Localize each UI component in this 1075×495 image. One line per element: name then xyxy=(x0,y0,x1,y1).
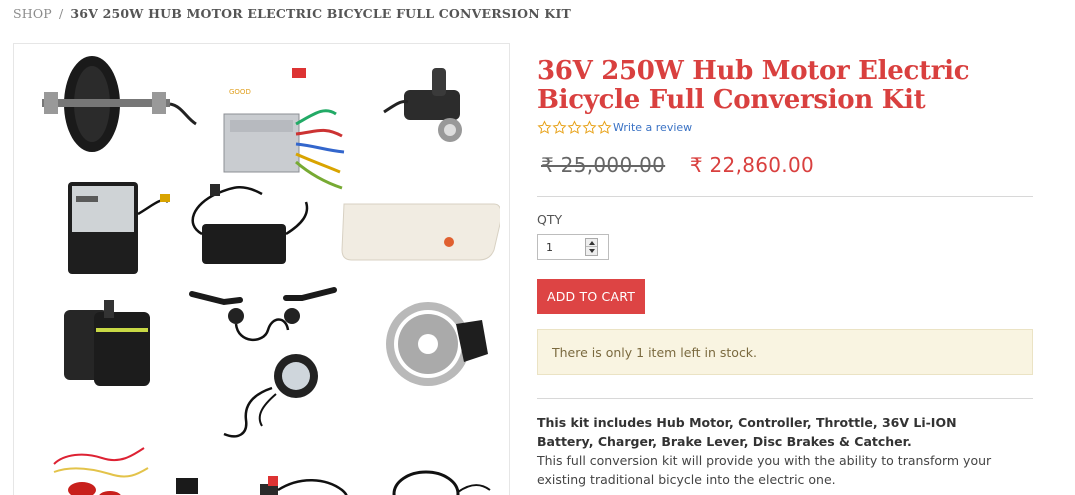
divider xyxy=(537,196,1033,197)
old-price: ₹ 25,000.00 xyxy=(541,153,666,177)
qty-stepper[interactable] xyxy=(537,234,609,260)
star-icon xyxy=(582,120,597,134)
description-body: This full conversion kit will provide yo… xyxy=(537,453,992,487)
battery-case-image xyxy=(341,203,502,261)
product-kit-photo: GOOD xyxy=(42,56,502,495)
qty-label: QTY xyxy=(537,212,563,227)
rating-stars xyxy=(537,120,612,135)
tail-light-image xyxy=(392,470,491,495)
description-highlight: This kit includes Hub Motor, Controller,… xyxy=(537,415,957,449)
qty-increment-button[interactable] xyxy=(586,239,597,247)
wiring-harness-image xyxy=(53,447,198,495)
star-icon xyxy=(597,120,612,134)
add-to-cart-button[interactable]: ADD TO CART xyxy=(537,279,645,314)
qty-input[interactable] xyxy=(538,235,582,259)
hub-motor-image xyxy=(42,56,197,152)
breadcrumb-shop-link[interactable]: SHOP xyxy=(13,6,52,21)
breadcrumb-separator: / xyxy=(58,6,64,21)
charger-image xyxy=(191,184,309,264)
star-icon xyxy=(567,120,582,134)
sale-price: ₹ 22,860.00 xyxy=(689,153,815,177)
product-image-frame[interactable]: GOOD xyxy=(13,43,510,495)
battery-image xyxy=(68,182,170,274)
qty-spinner[interactable] xyxy=(585,238,598,256)
headlight-image xyxy=(223,354,318,438)
product-description: This kit includes Hub Motor, Controller,… xyxy=(537,413,1007,489)
arrow-down-icon xyxy=(588,249,595,253)
product-rating: Write a review xyxy=(537,120,692,135)
disc-brake-image xyxy=(386,302,488,386)
product-image[interactable]: GOOD xyxy=(24,54,502,495)
controller-image: GOOD xyxy=(223,68,345,190)
svg-text:GOOD: GOOD xyxy=(229,88,251,96)
price-block: ₹ 25,000.00 ₹ 22,860.00 xyxy=(541,153,814,177)
switch-image xyxy=(260,476,348,495)
arrow-up-icon xyxy=(588,240,595,245)
pannier-bag-image xyxy=(64,300,150,386)
brake-levers-image xyxy=(189,287,337,341)
qty-decrement-button[interactable] xyxy=(586,247,597,255)
throttle-image xyxy=(383,68,462,142)
star-icon xyxy=(537,120,552,134)
breadcrumb-current: 36V 250W HUB MOTOR ELECTRIC BICYCLE FULL… xyxy=(70,6,572,21)
write-review-link[interactable]: Write a review xyxy=(613,121,692,134)
stock-notice: There is only 1 item left in stock. xyxy=(537,329,1033,375)
breadcrumb: SHOP / 36V 250W HUB MOTOR ELECTRIC BICYCLE… xyxy=(13,6,571,21)
star-icon xyxy=(552,120,567,134)
divider xyxy=(537,398,1033,399)
product-title: 36V 250W Hub Motor Electric Bicycle Full… xyxy=(537,56,970,115)
